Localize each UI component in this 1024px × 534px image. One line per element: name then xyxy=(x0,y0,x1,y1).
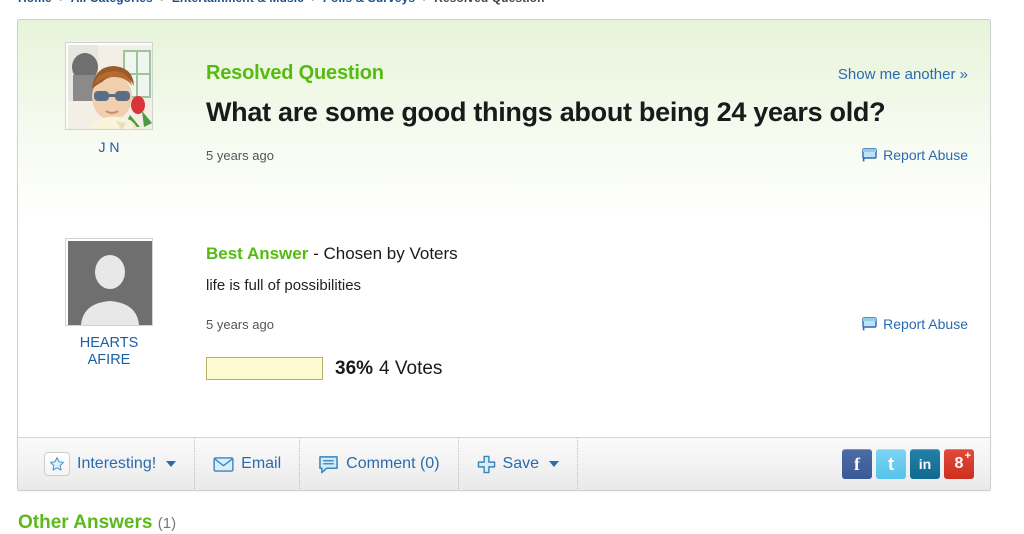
save-label: Save xyxy=(502,455,539,472)
speech-bubble-icon xyxy=(319,455,338,473)
asker-profile[interactable]: J N xyxy=(44,42,174,156)
comment-label: Comment (0) xyxy=(346,455,440,472)
linkedin-share-icon[interactable]: in xyxy=(910,449,940,479)
asker-avatar-frame[interactable] xyxy=(65,42,153,130)
answer-body-text: life is full of possibilities xyxy=(206,277,362,294)
star-icon xyxy=(44,452,70,476)
email-label: Email xyxy=(241,455,282,472)
question-section: J N Resolved Question Show me another » … xyxy=(18,20,990,225)
question-answer-card: J N Resolved Question Show me another » … xyxy=(17,19,991,491)
action-toolbar: Interesting! Email Comment (0) Save f t … xyxy=(18,437,990,490)
question-status-label: Resolved Question xyxy=(206,62,384,84)
question-report-abuse-label: Report Abuse xyxy=(883,147,968,163)
other-answers-label: Other Answers xyxy=(18,512,153,533)
question-title: What are some good things about being 24… xyxy=(206,97,886,127)
flag-icon xyxy=(862,148,877,162)
breadcrumb-item-resolved-question: Resolved Question xyxy=(434,0,544,5)
breadcrumb-separator: › xyxy=(59,0,63,5)
other-answers-count: (1) xyxy=(157,515,177,532)
best-answer-header: Best Answer - Chosen by Voters xyxy=(206,224,968,264)
interesting-label: Interesting! xyxy=(77,455,157,472)
answerer-username[interactable]: HEARTS AFIRE xyxy=(44,335,174,369)
chosen-by-label: - Chosen by Voters xyxy=(313,244,458,263)
vote-progress-bar xyxy=(206,357,323,380)
email-button[interactable]: Email xyxy=(195,437,301,490)
save-button[interactable]: Save xyxy=(459,437,578,490)
best-answer-label: Best Answer xyxy=(206,244,309,263)
breadcrumb-item-all-categories[interactable]: All Categories xyxy=(71,0,153,5)
plus-icon xyxy=(477,455,495,473)
answer-report-abuse-link[interactable]: Report Abuse xyxy=(862,316,968,332)
interesting-button[interactable]: Interesting! xyxy=(34,437,196,490)
vote-result-row: 36% 4 Votes xyxy=(206,357,968,380)
answer-report-abuse-label: Report Abuse xyxy=(883,316,968,332)
breadcrumb: Home › All Categories › Entertainment & … xyxy=(18,0,545,5)
flag-icon xyxy=(862,317,877,331)
breadcrumb-item-entertainment-music[interactable]: Entertainment & Music xyxy=(172,0,304,5)
chevron-down-icon xyxy=(166,461,177,467)
googleplus-glyph: 8 xyxy=(954,455,964,472)
twitter-share-icon[interactable]: t xyxy=(876,449,906,479)
vote-percent-label: 36% xyxy=(335,357,374,379)
breadcrumb-item-home[interactable]: Home xyxy=(18,0,52,5)
photo-avatar-icon xyxy=(68,45,152,129)
other-answers-heading: Other Answers (1) xyxy=(18,512,176,534)
question-content: Resolved Question Show me another » What… xyxy=(206,20,968,163)
twitter-glyph: t xyxy=(888,453,894,474)
answerer-profile[interactable]: HEARTS AFIRE xyxy=(44,238,174,369)
default-user-silhouette-icon xyxy=(68,241,152,325)
linkedin-glyph: in xyxy=(918,456,932,472)
social-share-group: f t in 8 + xyxy=(842,449,978,479)
googleplus-plus-glyph: + xyxy=(964,450,971,462)
envelope-icon xyxy=(213,456,234,472)
breadcrumb-separator: › xyxy=(160,0,164,5)
question-timestamp: 5 years ago xyxy=(206,147,274,163)
breadcrumb-separator: › xyxy=(423,0,427,5)
question-header-row: Resolved Question Show me another » xyxy=(206,20,968,85)
question-meta-row: 5 years ago Report Abuse xyxy=(206,147,968,163)
breadcrumb-separator: › xyxy=(311,0,315,5)
answer-timestamp: 5 years ago xyxy=(206,316,274,332)
answerer-username-line1: HEARTS xyxy=(79,335,139,351)
googleplus-share-icon[interactable]: 8 + xyxy=(944,449,974,479)
answerer-username-line2: AFIRE xyxy=(87,352,131,368)
chevron-down-icon xyxy=(549,461,559,467)
vote-progress-fill xyxy=(207,358,322,379)
facebook-glyph: f xyxy=(854,453,860,474)
breadcrumb-item-polls-surveys[interactable]: Polls & Surveys xyxy=(323,0,415,5)
answerer-avatar-frame[interactable] xyxy=(65,238,153,326)
best-answer-section: HEARTS AFIRE Best Answer - Chosen by Vot… xyxy=(18,224,990,437)
vote-count-label: 4 Votes xyxy=(379,357,443,379)
asker-username[interactable]: J N xyxy=(44,139,174,156)
show-me-another-link[interactable]: Show me another » xyxy=(838,66,968,83)
comment-button[interactable]: Comment (0) xyxy=(300,437,459,490)
facebook-share-icon[interactable]: f xyxy=(842,449,872,479)
answer-content: Best Answer - Chosen by Voters life is f… xyxy=(206,224,968,380)
answer-meta-row: 5 years ago Report Abuse xyxy=(206,316,968,332)
question-report-abuse-link[interactable]: Report Abuse xyxy=(862,147,968,163)
